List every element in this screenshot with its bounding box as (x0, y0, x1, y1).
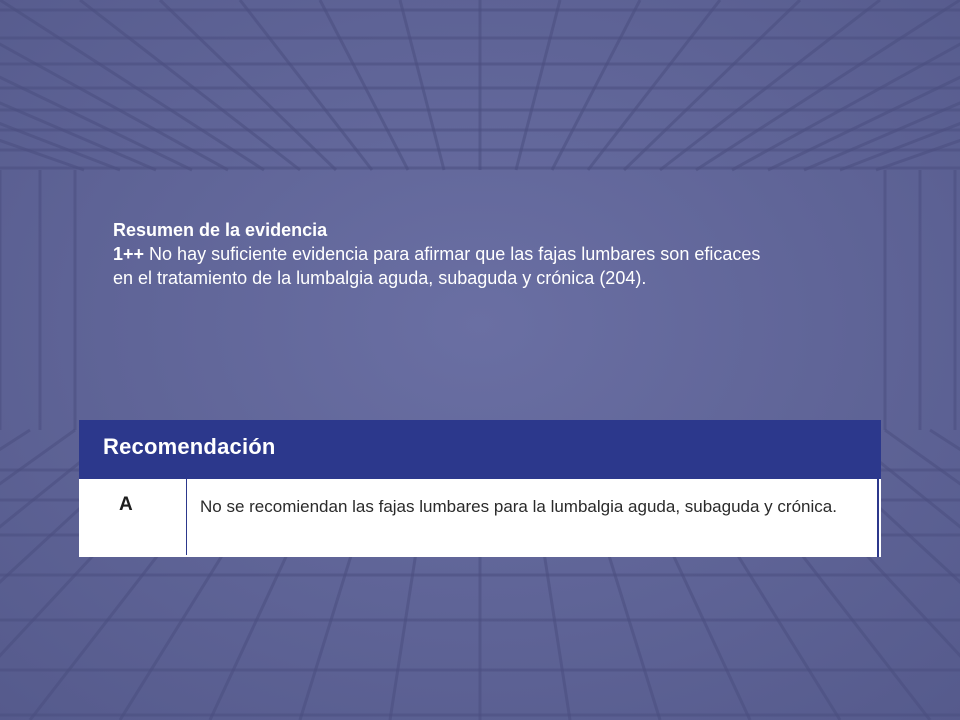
evidence-paragraph-1: 1++ No hay suficiente evidencia para afi… (113, 242, 813, 266)
recommendation-grade: A (119, 494, 133, 515)
evidence-heading: Resumen de la evidencia (113, 220, 328, 240)
recommendation-text: No se recomiendan las fajas lumbares par… (200, 497, 837, 516)
grade-cell: A (79, 479, 187, 555)
grid-background (0, 0, 960, 720)
evidence-paragraph-2: en el tratamiento de la lumbalgia aguda,… (113, 268, 647, 288)
recommendation-row: A No se recomiendan las fajas lumbares p… (79, 479, 881, 557)
recommendation-title: Recomendación (103, 434, 276, 459)
table-right-border (877, 479, 879, 557)
evidence-level: 1++ (113, 244, 145, 264)
evidence-summary: Resumen de la evidencia 1++ No hay sufic… (113, 218, 813, 290)
recommendation-table: Recomendación A No se recomiendan las fa… (79, 420, 881, 557)
evidence-text-1: No hay suficiente evidencia para afirmar… (144, 244, 761, 264)
recommendation-header: Recomendación (79, 420, 881, 479)
